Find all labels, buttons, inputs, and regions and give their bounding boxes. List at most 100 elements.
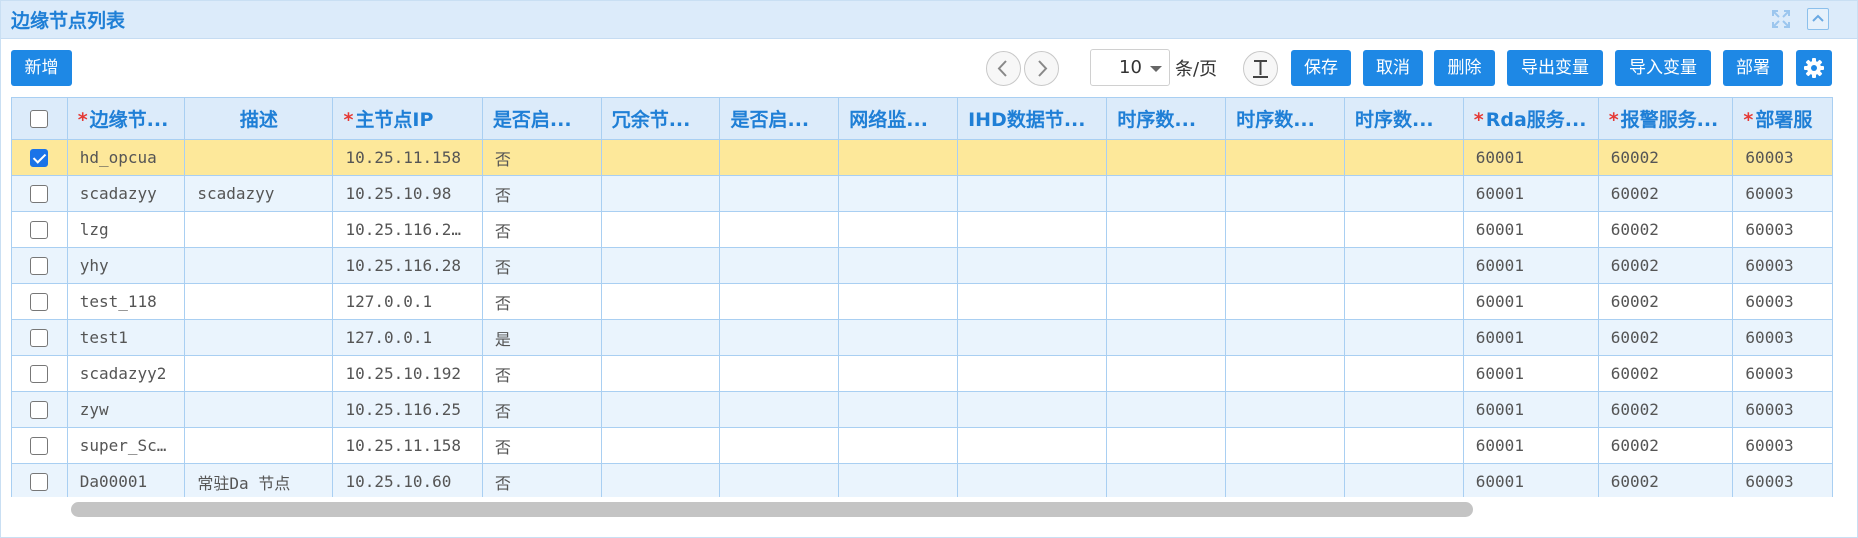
table-cell[interactable] bbox=[1106, 211, 1227, 248]
table-cell[interactable]: 127.0.0.1 bbox=[332, 319, 483, 356]
table-cell[interactable]: 60001 bbox=[1462, 175, 1599, 212]
table-cell[interactable]: lzg bbox=[66, 211, 186, 248]
table-cell[interactable]: 60003 bbox=[1732, 139, 1833, 176]
table-cell[interactable]: 60002 bbox=[1597, 211, 1734, 248]
table-cell[interactable] bbox=[1343, 211, 1464, 248]
table-cell[interactable] bbox=[600, 211, 721, 248]
table-cell[interactable] bbox=[184, 247, 334, 284]
table-cell[interactable] bbox=[838, 283, 959, 320]
column-header[interactable]: 网络监... bbox=[838, 97, 959, 140]
table-cell[interactable] bbox=[600, 139, 721, 176]
table-cell[interactable] bbox=[957, 391, 1108, 428]
table-row[interactable]: Da00001 常驻Da 节点 10.25.10.60 否 60001 60002 6000… bbox=[11, 463, 1833, 497]
row-checkbox[interactable] bbox=[30, 185, 49, 204]
table-cell[interactable]: 60003 bbox=[1732, 391, 1833, 428]
table-cell[interactable]: 60003 bbox=[1732, 319, 1833, 356]
table-cell[interactable]: 10.25.10.98 bbox=[332, 175, 483, 212]
table-cell[interactable] bbox=[600, 175, 721, 212]
table-cell[interactable] bbox=[1343, 247, 1464, 284]
table-cell[interactable]: 否 bbox=[481, 247, 602, 284]
table-cell[interactable]: 60003 bbox=[1732, 463, 1833, 497]
table-cell[interactable] bbox=[957, 427, 1108, 464]
column-header[interactable]: * Rda服务... bbox=[1462, 97, 1599, 140]
table-cell[interactable] bbox=[1106, 463, 1227, 497]
column-header[interactable]: 冗余节... bbox=[600, 97, 721, 140]
table-cell[interactable] bbox=[600, 355, 721, 392]
table-cell[interactable]: 60002 bbox=[1597, 427, 1734, 464]
table-cell[interactable] bbox=[719, 319, 840, 356]
table-cell[interactable] bbox=[957, 175, 1108, 212]
table-row[interactable]: super_Sc… 10.25.11.158 否 60001 60002 60003 bbox=[11, 427, 1833, 464]
table-cell[interactable] bbox=[600, 463, 721, 497]
table-cell[interactable]: 60003 bbox=[1732, 283, 1833, 320]
prev-page-button[interactable] bbox=[986, 51, 1021, 86]
table-cell[interactable] bbox=[719, 211, 840, 248]
table-cell[interactable] bbox=[184, 211, 334, 248]
table-cell[interactable]: zyw bbox=[66, 391, 186, 428]
table-row[interactable]: yhy 10.25.116.28 否 60001 60002 60003 bbox=[11, 247, 1833, 284]
table-cell[interactable]: hd_opcua bbox=[66, 139, 186, 176]
row-checkbox[interactable] bbox=[30, 257, 49, 276]
table-cell[interactable]: 否 bbox=[481, 283, 602, 320]
table-cell[interactable] bbox=[1225, 355, 1345, 392]
export-variables-button[interactable]: 导出变量 bbox=[1507, 50, 1603, 86]
table-cell[interactable] bbox=[838, 427, 959, 464]
table-cell[interactable] bbox=[719, 463, 840, 497]
table-cell[interactable] bbox=[1225, 391, 1345, 428]
table-cell[interactable]: 60002 bbox=[1597, 391, 1734, 428]
table-cell[interactable] bbox=[838, 355, 959, 392]
table-row[interactable]: test1 127.0.0.1 是 60001 60002 60003 bbox=[11, 319, 1833, 356]
table-cell[interactable] bbox=[957, 319, 1108, 356]
table-cell[interactable] bbox=[1106, 427, 1227, 464]
column-header[interactable]: * 部署服 bbox=[1732, 97, 1833, 140]
table-cell[interactable]: 60001 bbox=[1462, 283, 1599, 320]
table-cell[interactable] bbox=[1225, 463, 1345, 497]
table-row[interactable]: scadazyy2 10.25.10.192 否 60001 60002 60003 bbox=[11, 355, 1833, 392]
table-cell[interactable] bbox=[957, 247, 1108, 284]
table-cell[interactable]: super_Sc… bbox=[66, 427, 186, 464]
deploy-button[interactable]: 部署 bbox=[1723, 50, 1783, 86]
table-cell[interactable] bbox=[1343, 283, 1464, 320]
row-checkbox[interactable] bbox=[30, 149, 49, 168]
collapse-icon[interactable] bbox=[1807, 8, 1829, 30]
table-cell[interactable] bbox=[838, 175, 959, 212]
column-header[interactable]: 时序数... bbox=[1225, 97, 1345, 140]
table-row[interactable]: hd_opcua 10.25.11.158 否 60001 60002 60003 bbox=[11, 139, 1833, 176]
table-cell[interactable] bbox=[957, 283, 1108, 320]
table-cell[interactable] bbox=[1343, 427, 1464, 464]
table-cell[interactable]: 60003 bbox=[1732, 175, 1833, 212]
table-cell[interactable]: 60001 bbox=[1462, 463, 1599, 497]
horizontal-scrollbar[interactable] bbox=[11, 499, 1833, 519]
table-cell[interactable] bbox=[600, 427, 721, 464]
table-cell[interactable] bbox=[184, 319, 334, 356]
table-cell[interactable]: 是 bbox=[481, 319, 602, 356]
table-cell[interactable]: 10.25.116.2… bbox=[332, 211, 483, 248]
table-cell[interactable] bbox=[1343, 391, 1464, 428]
table-cell[interactable] bbox=[719, 175, 840, 212]
table-cell[interactable]: 60002 bbox=[1597, 355, 1734, 392]
table-cell[interactable] bbox=[1225, 211, 1345, 248]
table-cell[interactable]: 常驻Da 节点 bbox=[184, 463, 334, 497]
table-cell[interactable] bbox=[600, 283, 721, 320]
table-cell[interactable]: 60001 bbox=[1462, 427, 1599, 464]
table-cell[interactable]: 60001 bbox=[1462, 355, 1599, 392]
table-cell[interactable]: 60001 bbox=[1462, 391, 1599, 428]
table-cell[interactable] bbox=[1106, 283, 1227, 320]
table-cell[interactable]: 否 bbox=[481, 427, 602, 464]
table-cell[interactable]: test_118 bbox=[66, 283, 186, 320]
table-cell[interactable]: scadazyy bbox=[66, 175, 186, 212]
table-cell[interactable] bbox=[1225, 283, 1345, 320]
table-cell[interactable] bbox=[184, 283, 334, 320]
table-cell[interactable] bbox=[957, 139, 1108, 176]
table-cell[interactable] bbox=[838, 391, 959, 428]
row-checkbox[interactable] bbox=[30, 221, 49, 240]
table-cell[interactable]: 否 bbox=[481, 391, 602, 428]
table-cell[interactable] bbox=[1343, 355, 1464, 392]
table-cell[interactable] bbox=[1225, 319, 1345, 356]
table-cell[interactable] bbox=[1225, 427, 1345, 464]
table-cell[interactable] bbox=[957, 211, 1108, 248]
table-cell[interactable]: 60002 bbox=[1597, 175, 1734, 212]
table-cell[interactable] bbox=[1225, 175, 1345, 212]
table-cell[interactable]: 60003 bbox=[1732, 247, 1833, 284]
table-cell[interactable] bbox=[957, 355, 1108, 392]
